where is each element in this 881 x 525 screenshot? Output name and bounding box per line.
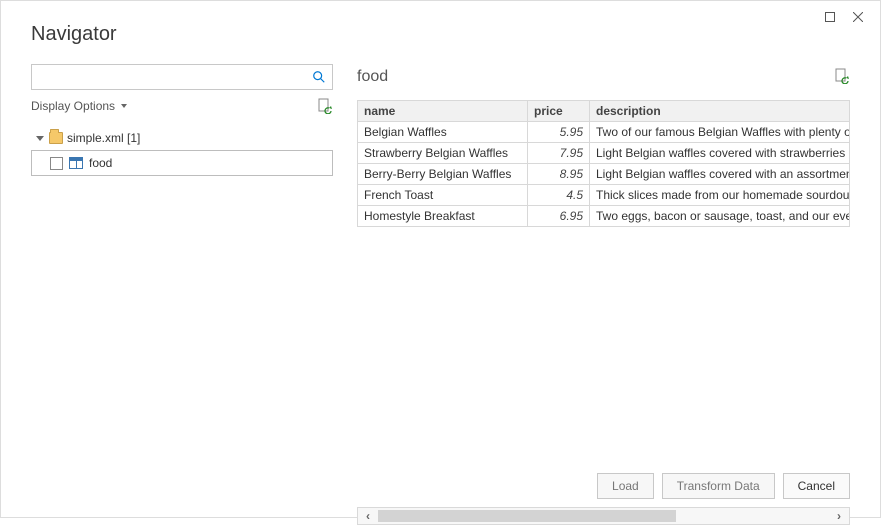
cell-description: Two eggs, bacon or sausage, toast, and o… xyxy=(590,206,850,227)
search-icon[interactable] xyxy=(306,65,332,89)
cell-description: Light Belgian waffles covered with straw… xyxy=(590,143,850,164)
transform-data-button[interactable]: Transform Data xyxy=(662,473,775,499)
search-input[interactable] xyxy=(32,65,306,89)
cancel-button[interactable]: Cancel xyxy=(783,473,850,499)
table-row[interactable]: Belgian Waffles 5.95 Two of our famous B… xyxy=(358,122,850,143)
tree-toggle[interactable] xyxy=(35,136,45,141)
cell-price: 5.95 xyxy=(528,122,590,143)
tree-item-checkbox[interactable] xyxy=(50,157,63,170)
preview-table: name price description Belgian Waffles 5… xyxy=(357,100,850,227)
tree-root-row[interactable]: simple.xml [1] xyxy=(31,126,333,150)
refresh-tree-button[interactable] xyxy=(317,98,333,114)
display-options-label: Display Options xyxy=(31,99,115,113)
cell-name: Berry-Berry Belgian Waffles xyxy=(358,164,528,185)
cell-name: Strawberry Belgian Waffles xyxy=(358,143,528,164)
cell-name: Homestyle Breakfast xyxy=(358,206,528,227)
cell-price: 8.95 xyxy=(528,164,590,185)
tree-item-label: food xyxy=(89,156,112,170)
scroll-left-button[interactable]: ‹ xyxy=(358,508,378,524)
cell-name: French Toast xyxy=(358,185,528,206)
col-header-price[interactable]: price xyxy=(528,101,590,122)
display-options-dropdown[interactable]: Display Options xyxy=(31,99,127,113)
scroll-right-button[interactable]: › xyxy=(829,508,849,524)
page-title: Navigator xyxy=(1,1,880,64)
load-button[interactable]: Load xyxy=(597,473,654,499)
nav-tree: simple.xml [1] food xyxy=(31,126,333,176)
horizontal-scrollbar[interactable]: ‹ › xyxy=(357,507,850,525)
close-button[interactable] xyxy=(844,7,872,27)
col-header-name[interactable]: name xyxy=(358,101,528,122)
tree-item-food[interactable]: food xyxy=(31,150,333,176)
table-row[interactable]: Homestyle Breakfast 6.95 Two eggs, bacon… xyxy=(358,206,850,227)
table-row[interactable]: French Toast 4.5 Thick slices made from … xyxy=(358,185,850,206)
cell-price: 7.95 xyxy=(528,143,590,164)
maximize-button[interactable] xyxy=(816,7,844,27)
table-icon xyxy=(69,157,83,169)
cell-name: Belgian Waffles xyxy=(358,122,528,143)
search-container xyxy=(31,64,333,90)
table-row[interactable]: Strawberry Belgian Waffles 7.95 Light Be… xyxy=(358,143,850,164)
scroll-thumb[interactable] xyxy=(378,510,676,522)
table-row[interactable]: Berry-Berry Belgian Waffles 8.95 Light B… xyxy=(358,164,850,185)
cell-price: 6.95 xyxy=(528,206,590,227)
cell-price: 4.5 xyxy=(528,185,590,206)
col-header-description[interactable]: description xyxy=(590,101,850,122)
table-header-row: name price description xyxy=(358,101,850,122)
cell-description: Two of our famous Belgian Waffles with p… xyxy=(590,122,850,143)
preview-title: food xyxy=(357,68,388,86)
chevron-down-icon xyxy=(121,104,127,108)
tree-root-label: simple.xml [1] xyxy=(67,131,140,145)
scroll-track[interactable] xyxy=(378,508,829,524)
cell-description: Light Belgian waffles covered with an as… xyxy=(590,164,850,185)
folder-icon xyxy=(49,132,63,144)
refresh-preview-button[interactable] xyxy=(834,68,850,87)
cell-description: Thick slices made from our homemade sour… xyxy=(590,185,850,206)
